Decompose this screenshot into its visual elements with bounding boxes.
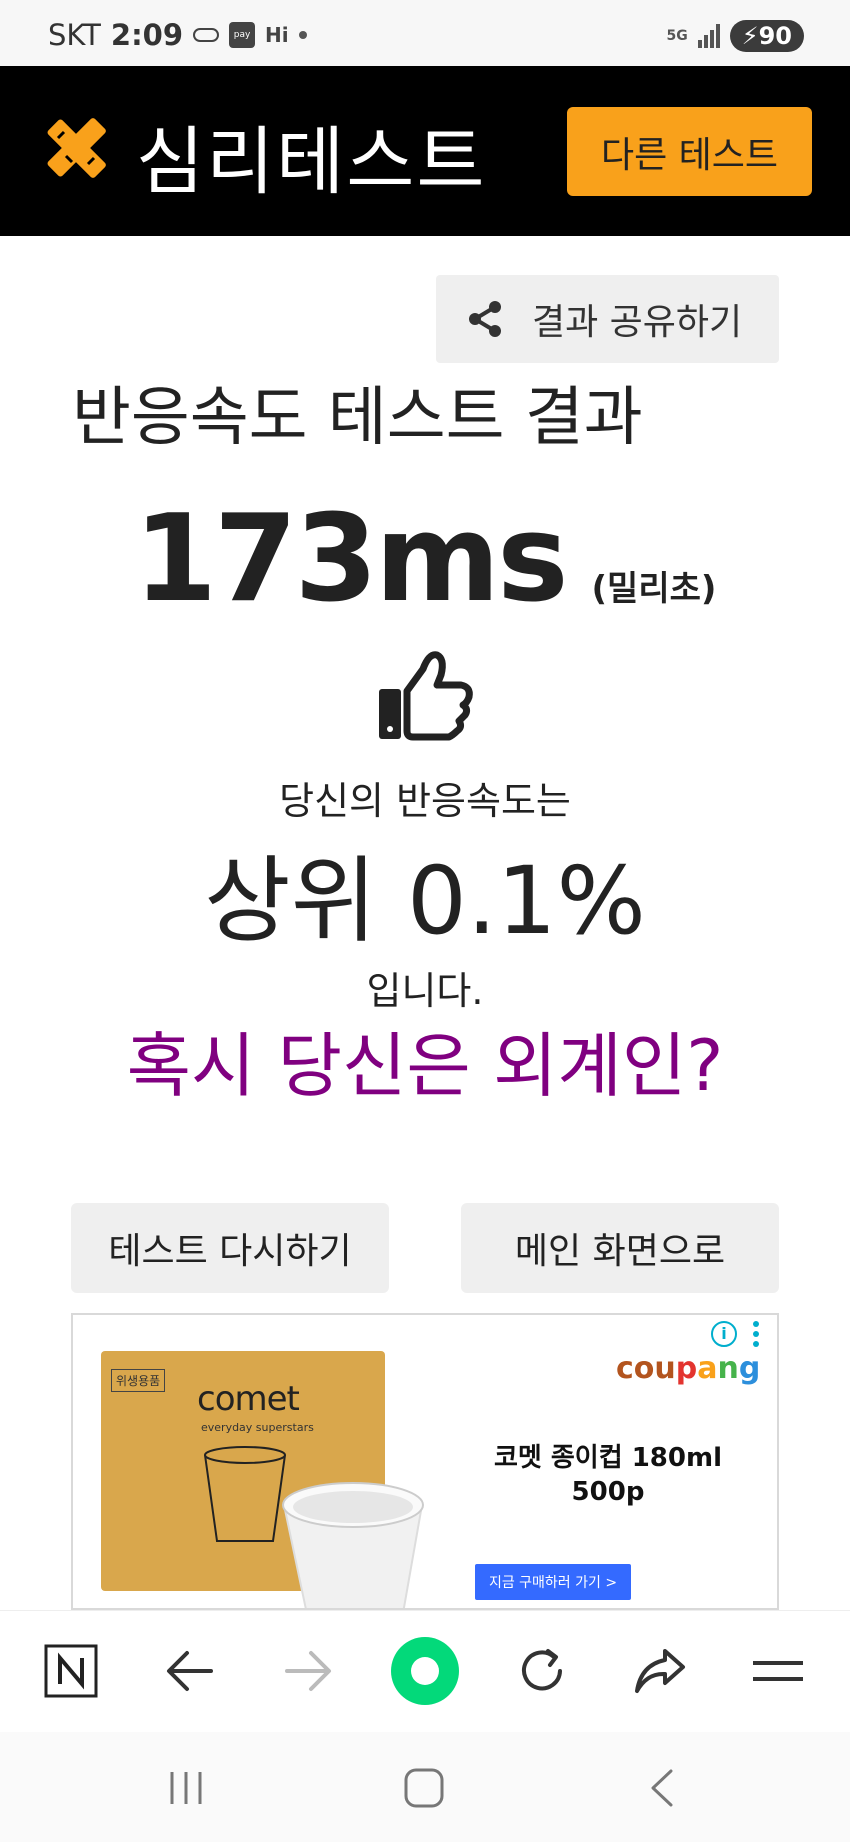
share-arrow-icon[interactable]: [620, 1631, 700, 1711]
voicemail-icon: [193, 28, 220, 42]
share-button-label: 결과 공유하기: [532, 302, 743, 343]
score-value: 173ms: [133, 490, 569, 629]
signal-icon: [697, 24, 720, 48]
menu-icon[interactable]: [738, 1631, 818, 1711]
ad-info-icon[interactable]: i: [711, 1321, 737, 1347]
ad-more-icon[interactable]: [753, 1321, 759, 1349]
recent-apps-icon[interactable]: [156, 1760, 216, 1816]
result-title: 반응속도 테스트 결과: [72, 381, 643, 455]
hi-icon: Hi: [265, 23, 289, 47]
status-bar-right: 5G ⚡90: [666, 20, 804, 52]
alien-message: 혹시 당신은 외계인?: [126, 1025, 724, 1107]
box-brand: comet: [197, 1379, 300, 1419]
main-screen-button[interactable]: 메인 화면으로: [461, 1203, 779, 1293]
green-dot-icon[interactable]: [385, 1631, 465, 1711]
ad-buy-now-button[interactable]: 지금 구매하러 가기 >: [475, 1564, 631, 1600]
result-rank: 상위 0.1%: [204, 847, 646, 956]
cup-outline-icon: [204, 1446, 286, 1542]
battery-indicator: ⚡90: [729, 20, 804, 52]
coupang-logo: coupang: [616, 1351, 761, 1386]
naver-n-icon[interactable]: [31, 1631, 111, 1711]
box-subtitle: everyday superstars: [201, 1421, 314, 1434]
browser-toolbar: [0, 1610, 850, 1732]
ad-product-name: 코멧 종이컵 180ml 500p: [494, 1443, 722, 1507]
score-display: 173ms (밀리초): [0, 490, 850, 629]
status-bar: SKT 2:09 pay Hi 5G ⚡90: [0, 0, 850, 66]
carrier-name: SKT: [48, 18, 101, 52]
site-header: 심리테스트 다른 테스트: [0, 66, 850, 236]
notification-dot-icon: [298, 31, 307, 39]
pay-icon: pay: [229, 22, 256, 48]
other-test-button[interactable]: 다른 테스트: [567, 107, 812, 196]
share-result-button[interactable]: 결과 공유하기: [436, 275, 779, 363]
pencil-ruler-icon[interactable]: [36, 108, 116, 188]
retry-test-button[interactable]: 테스트 다시하기: [71, 1203, 389, 1293]
box-tag: 위생용품: [111, 1369, 166, 1392]
refresh-icon[interactable]: [502, 1631, 582, 1711]
coupang-ad-banner[interactable]: 위생용품 comet everyday superstars coupang 코…: [71, 1313, 779, 1610]
forward-arrow-icon[interactable]: [268, 1631, 348, 1711]
back-arrow-icon[interactable]: [150, 1631, 230, 1711]
site-logo-text[interactable]: 심리테스트: [136, 102, 486, 209]
share-icon: [469, 301, 501, 337]
thumbs-up-icon: [379, 651, 473, 741]
system-navigation-bar: [0, 1732, 850, 1842]
back-icon[interactable]: [632, 1760, 692, 1816]
clock-time: 2:09: [110, 18, 184, 52]
status-bar-left: SKT 2:09 pay Hi: [48, 18, 307, 52]
paper-cup-image: [282, 1482, 424, 1608]
battery-level: 90: [758, 22, 792, 50]
home-icon[interactable]: [394, 1760, 454, 1816]
action-buttons: 테스트 다시하기 메인 화면으로: [71, 1203, 779, 1293]
score-unit: (밀리초): [591, 569, 717, 609]
network-5g-icon: 5G: [666, 28, 688, 44]
result-desc-before: 당신의 반응속도는: [279, 779, 571, 823]
result-desc-after: 입니다.: [366, 969, 484, 1013]
